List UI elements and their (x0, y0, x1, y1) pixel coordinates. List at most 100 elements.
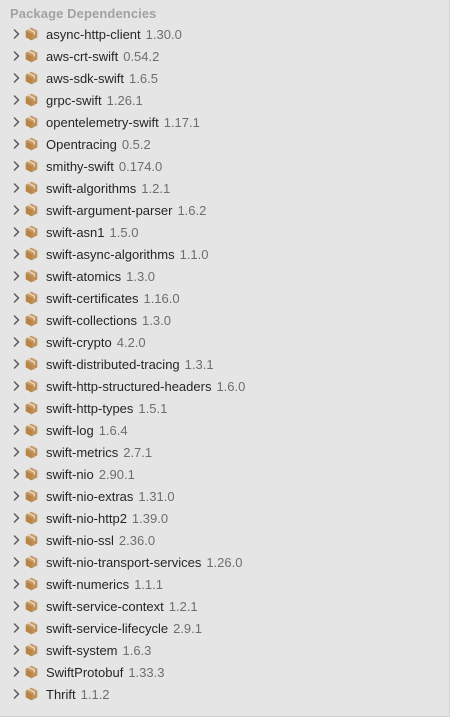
package-box-icon (24, 335, 38, 349)
package-row[interactable]: swift-service-context 1.2.1 (0, 595, 449, 617)
package-box-icon (24, 401, 38, 415)
package-version: 1.3.0 (142, 312, 171, 328)
chevron-right-icon[interactable] (9, 507, 23, 529)
chevron-right-icon[interactable] (9, 661, 23, 683)
package-row[interactable]: swift-async-algorithms 1.1.0 (0, 243, 449, 265)
chevron-right-icon[interactable] (9, 243, 23, 265)
package-box-icon (24, 555, 38, 569)
package-row[interactable]: swift-atomics 1.3.0 (0, 265, 449, 287)
chevron-right-icon[interactable] (9, 67, 23, 89)
chevron-right-icon[interactable] (9, 177, 23, 199)
package-box-icon (24, 445, 38, 459)
package-row[interactable]: smithy-swift 0.174.0 (0, 155, 449, 177)
package-box-icon (24, 27, 38, 41)
chevron-right-icon[interactable] (9, 639, 23, 661)
package-row[interactable]: aws-sdk-swift 1.6.5 (0, 67, 449, 89)
package-row[interactable]: swift-nio-ssl 2.36.0 (0, 529, 449, 551)
chevron-right-icon[interactable] (9, 463, 23, 485)
package-row[interactable]: swift-nio-extras 1.31.0 (0, 485, 449, 507)
chevron-right-icon[interactable] (9, 485, 23, 507)
package-box-icon (24, 357, 38, 371)
package-name: swift-http-types (46, 400, 134, 416)
package-row[interactable]: swift-argument-parser 1.6.2 (0, 199, 449, 221)
chevron-right-icon[interactable] (9, 89, 23, 111)
package-name: swift-http-structured-headers (46, 378, 212, 394)
chevron-right-icon[interactable] (9, 419, 23, 441)
chevron-right-icon[interactable] (9, 45, 23, 67)
chevron-right-icon[interactable] (9, 199, 23, 221)
chevron-right-icon[interactable] (9, 221, 23, 243)
chevron-right-icon[interactable] (9, 155, 23, 177)
package-row[interactable]: swift-http-structured-headers 1.6.0 (0, 375, 449, 397)
chevron-right-icon[interactable] (9, 309, 23, 331)
package-version: 1.26.0 (206, 554, 243, 570)
chevron-right-icon[interactable] (9, 529, 23, 551)
package-name: swift-log (46, 422, 94, 438)
package-row[interactable]: swift-service-lifecycle 2.9.1 (0, 617, 449, 639)
package-row[interactable]: SwiftProtobuf 1.33.3 (0, 661, 449, 683)
package-row[interactable]: swift-algorithms 1.2.1 (0, 177, 449, 199)
package-box-icon (24, 181, 38, 195)
package-list: async-http-client 1.30.0 aws-crt-swift 0.54… (0, 23, 449, 705)
chevron-right-icon[interactable] (9, 331, 23, 353)
chevron-right-icon[interactable] (9, 375, 23, 397)
package-row[interactable]: swift-asn1 1.5.0 (0, 221, 449, 243)
package-name: swift-service-lifecycle (46, 620, 169, 636)
package-version: 1.2.1 (141, 180, 171, 196)
package-row[interactable]: swift-crypto 4.2.0 (0, 331, 449, 353)
package-row[interactable]: swift-nio-http2 1.39.0 (0, 507, 449, 529)
package-row[interactable]: Opentracing 0.5.2 (0, 133, 449, 155)
chevron-right-icon[interactable] (9, 397, 23, 419)
package-box-icon (24, 577, 38, 591)
package-box-icon (24, 621, 38, 635)
chevron-right-icon[interactable] (9, 595, 23, 617)
package-row[interactable]: aws-crt-swift 0.54.2 (0, 45, 449, 67)
package-row[interactable]: swift-collections 1.3.0 (0, 309, 449, 331)
package-box-icon (24, 225, 38, 239)
package-row[interactable]: swift-metrics 2.7.1 (0, 441, 449, 463)
package-name: aws-crt-swift (46, 48, 119, 64)
package-name: grpc-swift (46, 92, 102, 108)
chevron-right-icon[interactable] (9, 133, 23, 155)
package-version: 2.9.1 (173, 620, 202, 636)
package-name: opentelemetry-swift (46, 114, 159, 130)
chevron-right-icon[interactable] (9, 441, 23, 463)
package-name: Thrift (46, 686, 76, 702)
chevron-right-icon[interactable] (9, 617, 23, 639)
package-version: 1.6.3 (122, 642, 152, 658)
package-version: 1.16.0 (143, 290, 180, 306)
chevron-right-icon[interactable] (9, 353, 23, 375)
section-header[interactable]: Package Dependencies (10, 6, 157, 21)
package-row[interactable]: Thrift 1.1.2 (0, 683, 449, 705)
package-name: swift-certificates (46, 290, 139, 306)
package-box-icon (24, 49, 38, 63)
package-row[interactable]: swift-http-types 1.5.1 (0, 397, 449, 419)
package-version: 2.36.0 (118, 532, 156, 548)
package-name: swift-service-context (46, 598, 164, 614)
chevron-right-icon[interactable] (9, 287, 23, 309)
package-row[interactable]: swift-distributed-tracing 1.3.1 (0, 353, 449, 375)
chevron-right-icon[interactable] (9, 551, 23, 573)
package-version: 1.30.0 (145, 26, 182, 42)
package-row[interactable]: grpc-swift 1.26.1 (0, 89, 449, 111)
package-name: smithy-swift (46, 158, 114, 174)
package-row[interactable]: opentelemetry-swift 1.17.1 (0, 111, 449, 133)
package-name: swift-async-algorithms (46, 246, 175, 262)
chevron-right-icon[interactable] (9, 573, 23, 595)
chevron-right-icon[interactable] (9, 23, 23, 45)
package-row[interactable]: async-http-client 1.30.0 (0, 23, 449, 45)
chevron-right-icon[interactable] (9, 265, 23, 287)
package-row[interactable]: swift-nio-transport-services 1.26.0 (0, 551, 449, 573)
package-version: 0.54.2 (123, 48, 160, 64)
package-row[interactable]: swift-log 1.6.4 (0, 419, 449, 441)
package-row[interactable]: swift-numerics 1.1.1 (0, 573, 449, 595)
chevron-right-icon[interactable] (9, 683, 23, 705)
package-box-icon (24, 71, 38, 85)
package-name: swift-nio (46, 466, 94, 482)
chevron-right-icon[interactable] (9, 111, 23, 133)
package-row[interactable]: swift-system 1.6.3 (0, 639, 449, 661)
package-name: swift-crypto (46, 334, 112, 350)
package-row[interactable]: swift-nio 2.90.1 (0, 463, 449, 485)
package-box-icon (24, 467, 38, 481)
package-row[interactable]: swift-certificates 1.16.0 (0, 287, 449, 309)
